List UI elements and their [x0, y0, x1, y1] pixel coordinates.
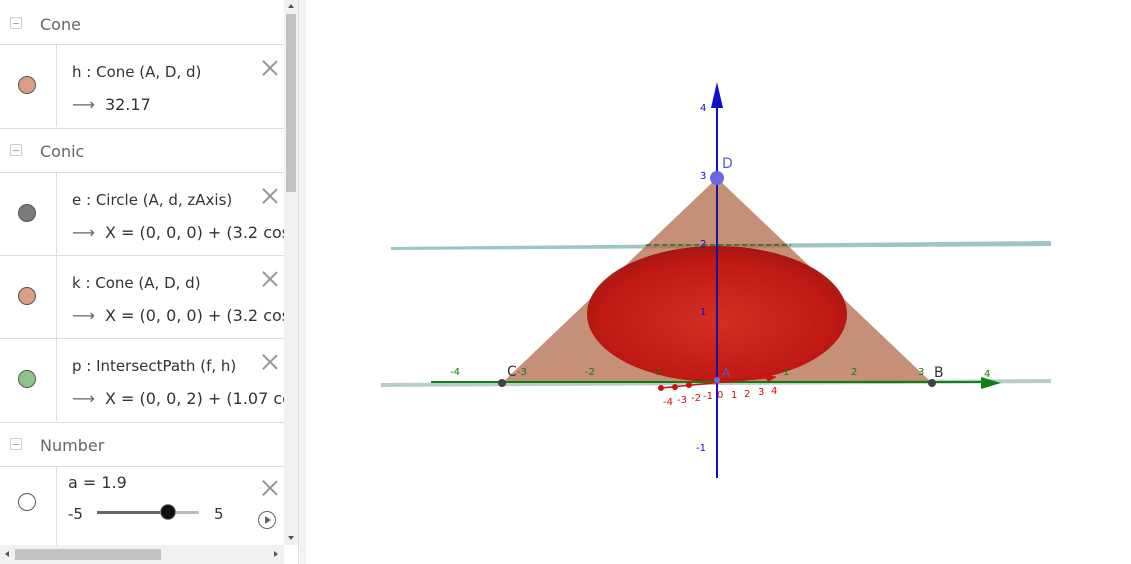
y-tick: -1 — [703, 391, 713, 402]
algebra-item-slider-a[interactable]: a = 1.9 -5 5 — [0, 466, 284, 545]
y-tick: 1 — [731, 390, 737, 401]
arrow-icon: ⟶ — [72, 95, 95, 114]
visibility-marble-icon[interactable] — [18, 76, 36, 94]
x-tick: 3 — [918, 367, 924, 378]
scroll-down-icon[interactable] — [288, 536, 294, 540]
close-icon[interactable] — [261, 270, 279, 288]
graphics-3d-view[interactable]: 4 3 2 1 -1 -4 -3 -2 -1 1 2 3 4 -4 -3 -2 … — [306, 0, 1131, 564]
visibility-marble-icon[interactable] — [18, 287, 36, 305]
x-tick: 4 — [984, 369, 990, 380]
scroll-up-icon[interactable] — [288, 4, 294, 8]
item-definition[interactable]: e : Circle (A, d, zAxis) — [72, 191, 232, 209]
slider-max: 5 — [214, 505, 224, 523]
group-title: Cone — [40, 15, 81, 34]
point-C-label: C — [507, 364, 517, 380]
y-tick: -2 — [691, 393, 701, 404]
arrow-icon: ⟶ — [72, 223, 95, 242]
y-tick: -3 — [677, 395, 687, 406]
collapse-icon[interactable] — [10, 144, 22, 156]
slider-label[interactable]: a = 1.9 — [68, 473, 127, 492]
point-A-label: A — [722, 366, 731, 380]
slider-track[interactable] — [97, 511, 199, 514]
horizontal-scrollbar[interactable] — [0, 545, 284, 564]
item-value: ⟶ X = (0, 0, 0) + (3.2 cos — [72, 223, 284, 242]
group-header-cone[interactable]: Cone — [0, 2, 284, 46]
vertical-scrollbar[interactable] — [284, 0, 298, 545]
x-tick: -1 — [652, 367, 662, 378]
point-D-label: D — [722, 156, 733, 172]
algebra-item-h[interactable]: h : Cone (A, D, d) ⟶ 32.17 — [0, 44, 284, 127]
group-title: Conic — [40, 142, 85, 161]
item-definition[interactable]: h : Cone (A, D, d) — [72, 63, 201, 81]
point-A[interactable] — [714, 377, 720, 383]
scroll-thumb[interactable] — [15, 549, 161, 560]
group-header-conic[interactable]: Conic — [0, 128, 284, 173]
arrow-icon: ⟶ — [72, 306, 95, 325]
slider-knob[interactable] — [160, 504, 176, 520]
scroll-right-icon[interactable] — [274, 551, 278, 557]
collapse-icon[interactable] — [10, 438, 22, 450]
y-tick: 4 — [771, 386, 777, 397]
close-icon[interactable] — [261, 187, 279, 205]
z-tick: 3 — [700, 171, 706, 182]
y-tick: -4 — [663, 397, 673, 408]
graphics-canvas[interactable]: 4 3 2 1 -1 -4 -3 -2 -1 1 2 3 4 -4 -3 -2 … — [306, 0, 1131, 564]
item-definition[interactable]: p : IntersectPath (f, h) — [72, 357, 236, 375]
algebra-item-p[interactable]: p : IntersectPath (f, h) ⟶ X = (0, 0, 2) … — [0, 338, 284, 421]
collapse-icon[interactable] — [10, 17, 22, 29]
visibility-marble-icon[interactable] — [18, 370, 36, 388]
visibility-marble-icon[interactable] — [18, 493, 36, 511]
view-divider[interactable] — [298, 0, 306, 564]
z-tick: -1 — [696, 443, 706, 454]
z-axis-arrow-icon — [711, 82, 723, 108]
item-definition[interactable]: k : Cone (A, D, d) — [72, 274, 201, 292]
x-tick: 1 — [783, 367, 789, 378]
scroll-left-icon[interactable] — [5, 551, 9, 557]
point-B-label: B — [934, 365, 944, 381]
y-tick: 0 — [717, 390, 723, 401]
arrow-icon: ⟶ — [72, 389, 95, 408]
point-D[interactable] — [710, 171, 724, 185]
visibility-marble-icon[interactable] — [18, 204, 36, 222]
x-tick: -2 — [585, 367, 595, 378]
z-tick: 1 — [700, 307, 706, 318]
item-value: ⟶ X = (0, 0, 2) + (1.07 co — [72, 389, 284, 408]
algebra-item-e[interactable]: e : Circle (A, d, zAxis) ⟶ X = (0, 0, 0) … — [0, 172, 284, 255]
z-tick: 4 — [700, 103, 706, 114]
point-C[interactable] — [498, 379, 506, 387]
close-icon[interactable] — [261, 479, 279, 497]
group-title: Number — [40, 436, 105, 455]
item-value: ⟶ 32.17 — [72, 95, 151, 114]
y-tick: 3 — [758, 387, 764, 398]
item-value: ⟶ X = (0, 0, 0) + (3.2 cos — [72, 306, 284, 325]
slider-min: -5 — [68, 505, 83, 523]
algebra-item-k[interactable]: k : Cone (A, D, d) ⟶ X = (0, 0, 0) + (3.2… — [0, 255, 284, 338]
close-icon[interactable] — [261, 59, 279, 77]
x-tick: -4 — [450, 367, 460, 378]
y-axis-ticks: -4 -3 -2 -1 0 1 2 3 4 — [663, 386, 777, 408]
close-icon[interactable] — [261, 353, 279, 371]
scroll-thumb[interactable] — [286, 14, 296, 192]
y-tick: 2 — [744, 389, 750, 400]
z-tick: 2 — [700, 239, 706, 250]
x-tick: 2 — [851, 367, 857, 378]
algebra-view: Cone h : Cone (A, D, d) ⟶ 32.17 Conic e :… — [0, 0, 284, 545]
group-header-number[interactable]: Number — [0, 422, 284, 467]
play-icon[interactable] — [258, 511, 276, 529]
x-tick: -3 — [517, 367, 527, 378]
